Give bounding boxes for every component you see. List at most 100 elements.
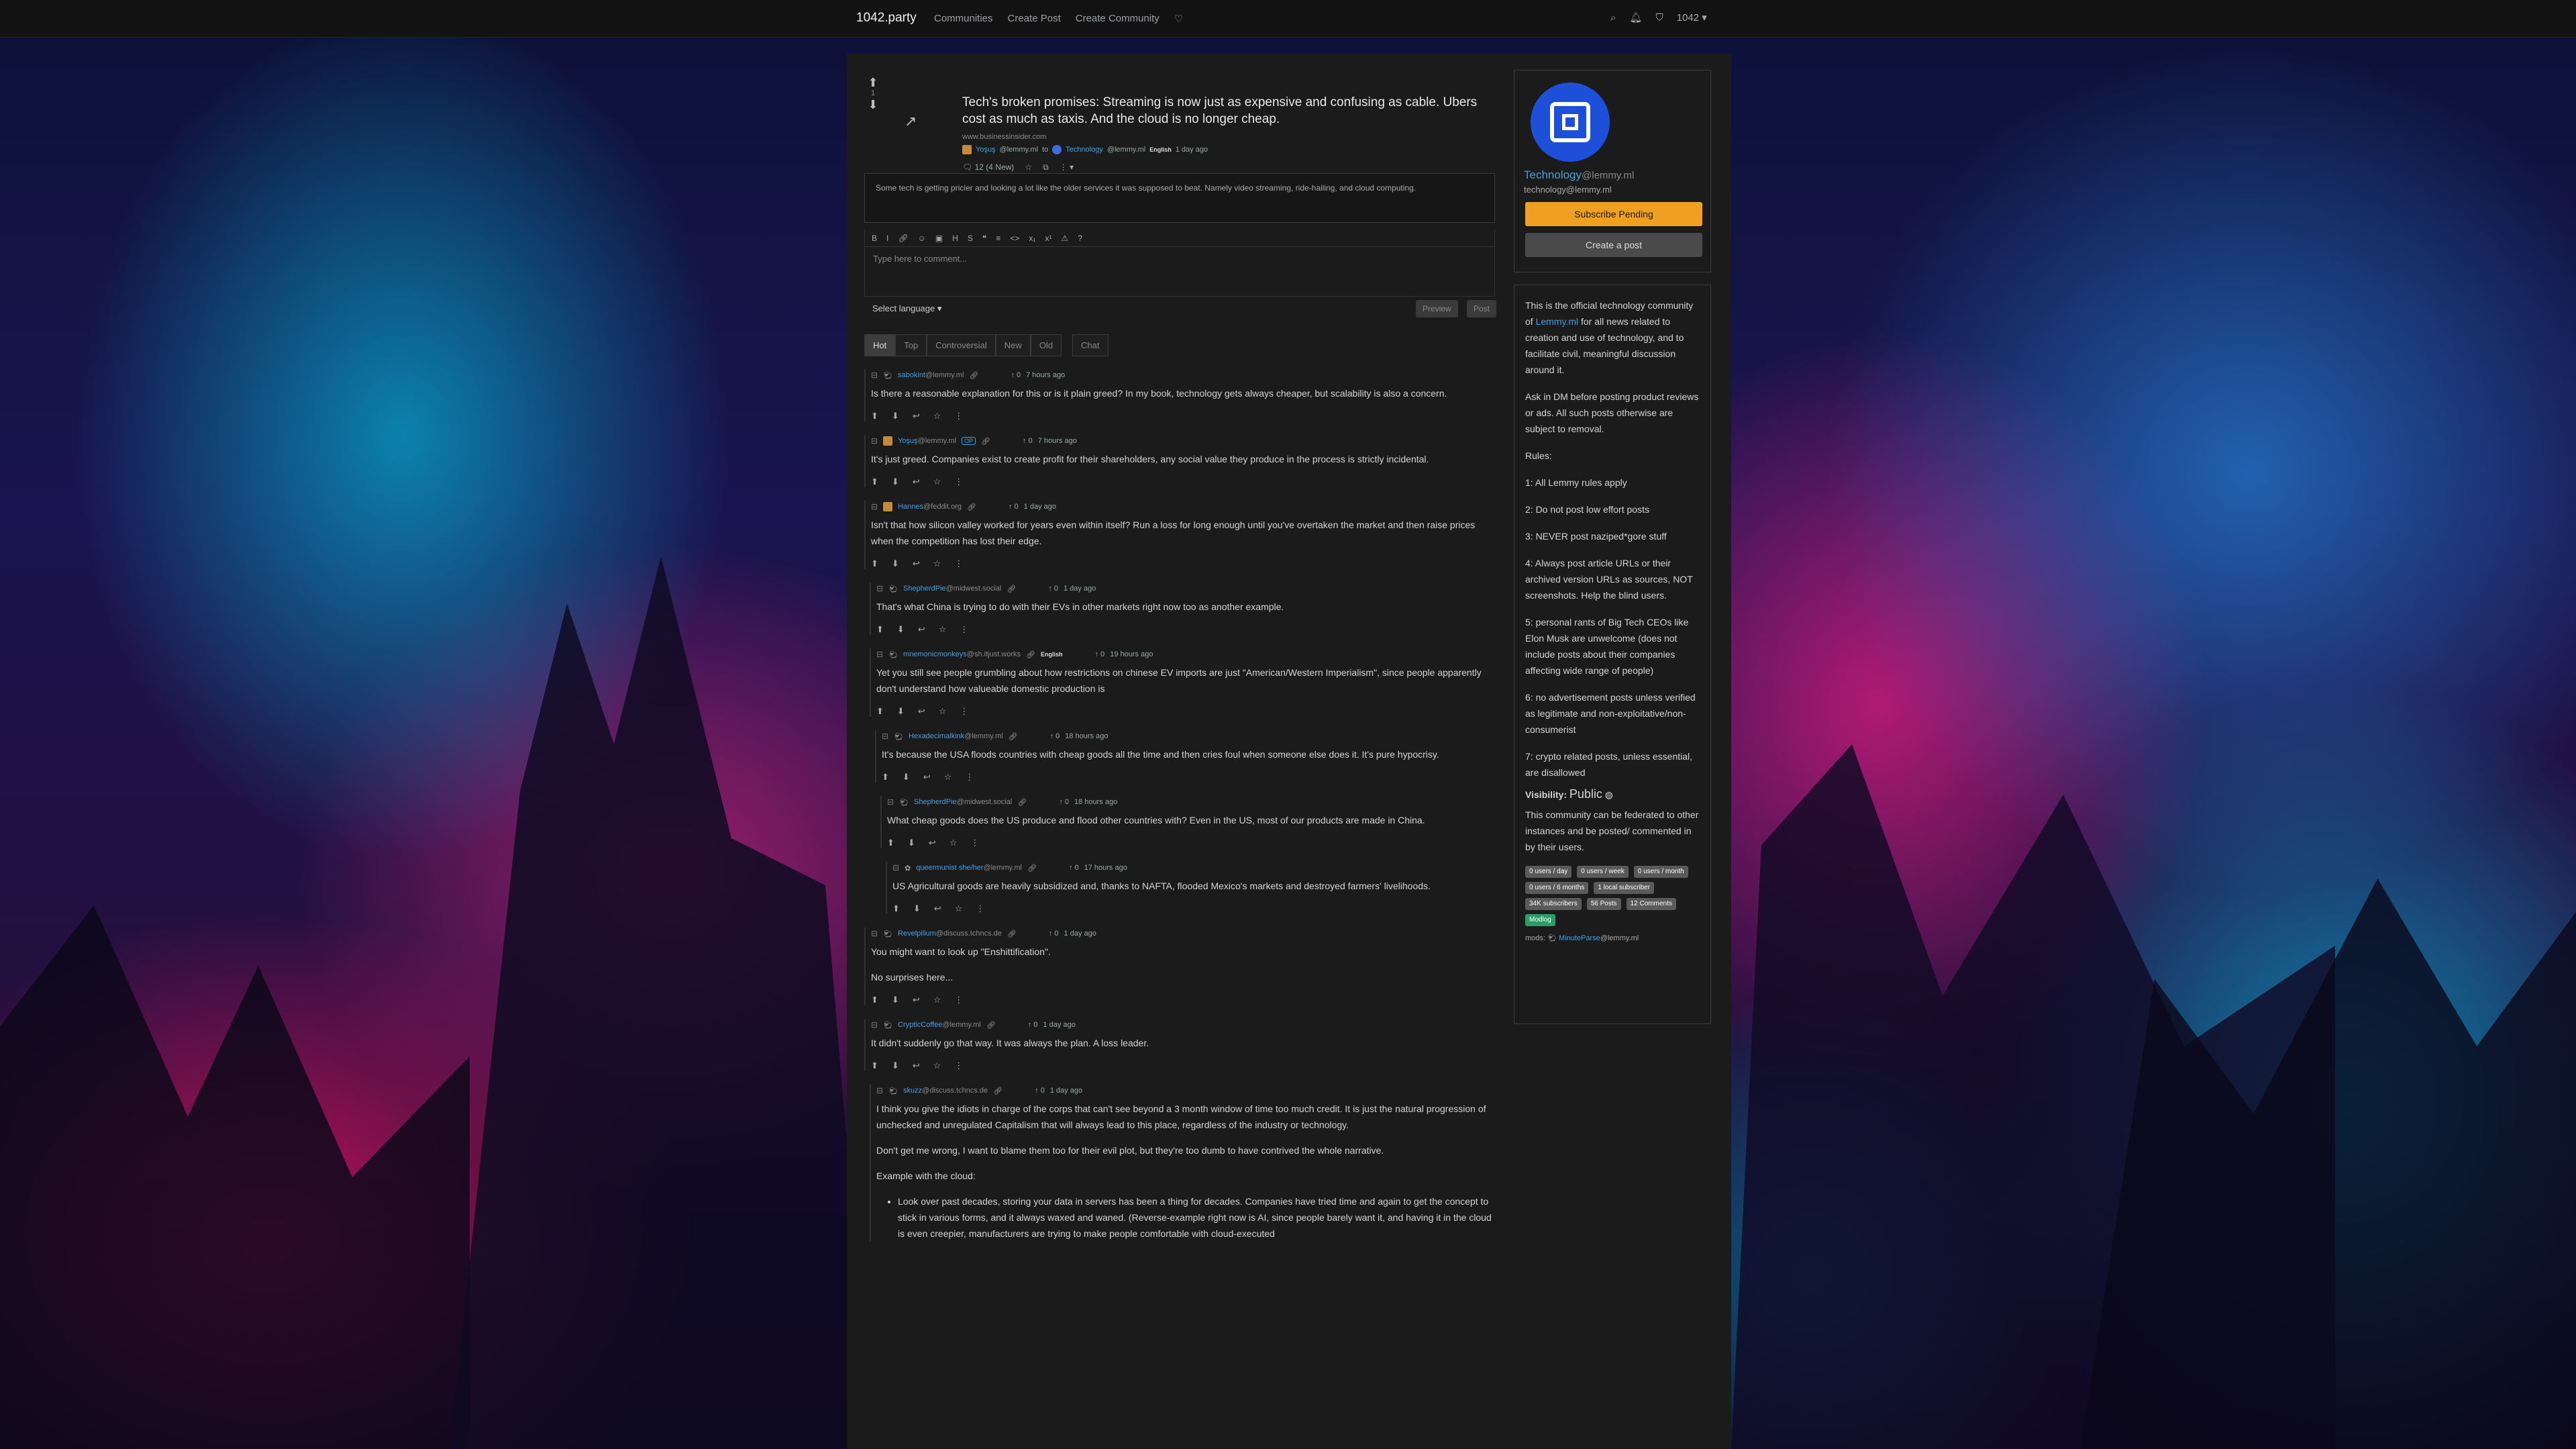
link-icon[interactable]: 🔗︎	[981, 437, 990, 446]
superscript-icon[interactable]: x¹	[1045, 234, 1051, 243]
more-menu[interactable]: ⋮	[960, 706, 968, 717]
more-menu[interactable]: ⋮	[960, 624, 968, 635]
downvote-icon[interactable]: ⬇	[913, 903, 921, 914]
upvote-icon[interactable]: ⬆	[876, 624, 884, 635]
external-link-icon[interactable]: ↗	[905, 113, 917, 130]
spoiler-icon[interactable]: ⚠	[1061, 234, 1068, 243]
downvote-icon[interactable]: ⬇	[903, 772, 910, 783]
collapse-icon[interactable]: ⊟	[871, 502, 878, 511]
reply-icon[interactable]: ↩	[918, 624, 925, 635]
nav-create-community[interactable]: Create Community	[1076, 13, 1160, 25]
downvote-icon[interactable]: ⬇	[868, 98, 878, 111]
more-menu[interactable]: ⋮	[970, 838, 979, 848]
reply-icon[interactable]: ↩	[923, 772, 931, 783]
comment-author[interactable]: mnemonicmonkeys	[903, 650, 967, 658]
link-icon[interactable]: 🔗︎	[1007, 585, 1016, 593]
nav-create-post[interactable]: Create Post	[1008, 13, 1061, 25]
downvote-icon[interactable]: ⬇	[892, 995, 899, 1005]
more-menu[interactable]: ⋮	[954, 1060, 963, 1071]
upvote-icon[interactable]: ⬆	[871, 995, 878, 1005]
image-icon[interactable]: ▣	[935, 234, 943, 243]
upvote-icon[interactable]: ⬆	[876, 706, 884, 717]
subscript-icon[interactable]: x₁	[1029, 234, 1035, 243]
more-menu[interactable]: ⋮	[954, 477, 963, 487]
comment-author[interactable]: Hexadecimalkink	[909, 732, 964, 740]
italic-icon[interactable]: I	[886, 234, 888, 243]
search-icon[interactable]: ⌕	[1610, 12, 1616, 23]
collapse-icon[interactable]: ⊟	[882, 732, 888, 741]
strikethrough-icon[interactable]: S	[968, 234, 973, 243]
header-icon[interactable]: H	[952, 234, 958, 243]
link-icon[interactable]: 🔗︎	[1017, 798, 1027, 807]
tab-chat[interactable]: Chat	[1072, 334, 1109, 356]
comment-author[interactable]: Yoşuş	[898, 437, 918, 445]
link-icon[interactable]: 🔗︎	[1009, 732, 1018, 741]
tab-new[interactable]: New	[995, 334, 1031, 356]
save-icon[interactable]: ☆	[939, 706, 947, 717]
save-icon[interactable]: ☆	[933, 995, 941, 1005]
comment-textarea[interactable]: Type here to comment...	[865, 247, 1494, 270]
link-icon[interactable]: 🔗︎	[1027, 864, 1037, 872]
collapse-icon[interactable]: ⊟	[876, 1086, 883, 1095]
post-author[interactable]: Yoşuş	[976, 146, 996, 154]
upvote-icon[interactable]: ⬆	[871, 1060, 878, 1071]
post-title[interactable]: Tech's broken promises: Streaming is now…	[962, 94, 1499, 128]
upvote-icon[interactable]: ⬆	[892, 903, 900, 914]
shield-icon[interactable]: ⛉	[1655, 12, 1663, 23]
reply-icon[interactable]: ↩	[913, 477, 920, 487]
save-icon[interactable]: ☆	[933, 558, 941, 569]
reply-icon[interactable]: ↩	[913, 558, 920, 569]
link-icon[interactable]: 🔗︎	[993, 1087, 1002, 1095]
preview-button[interactable]: Preview	[1416, 300, 1458, 317]
comment-author[interactable]: sabokint	[898, 371, 925, 379]
save-icon[interactable]: ☆	[1025, 162, 1032, 172]
upvote-icon[interactable]: ⬆	[887, 838, 894, 848]
site-brand[interactable]: 1042.party	[856, 11, 917, 26]
upvote-icon[interactable]: ⬆	[882, 772, 889, 783]
reply-icon[interactable]: ↩	[913, 995, 920, 1005]
collapse-icon[interactable]: ⊟	[876, 650, 883, 659]
downvote-icon[interactable]: ⬇	[908, 838, 915, 848]
tab-hot[interactable]: Hot	[864, 334, 896, 356]
reply-icon[interactable]: ↩	[918, 706, 925, 717]
upvote-icon[interactable]: ⬆	[871, 558, 878, 569]
more-menu[interactable]: ⋮	[954, 411, 963, 421]
bold-icon[interactable]: B	[872, 234, 877, 243]
comment-author[interactable]: queermunist she/her	[916, 864, 983, 872]
link-icon[interactable]: 🔗︎	[1007, 930, 1017, 938]
collapse-icon[interactable]: ⊟	[871, 929, 878, 938]
create-post-button[interactable]: Create a post	[1525, 233, 1702, 257]
collapse-icon[interactable]: ⊟	[871, 1020, 878, 1030]
more-menu[interactable]: ⋮ ▾	[1060, 162, 1074, 172]
more-menu[interactable]: ⋮	[954, 995, 963, 1005]
tab-top[interactable]: Top	[895, 334, 927, 356]
comment-author[interactable]: ShepherdPie	[903, 585, 946, 593]
downvote-icon[interactable]: ⬇	[892, 411, 899, 421]
modlog-link[interactable]: Modlog	[1525, 914, 1555, 926]
comment-author[interactable]: Revelpilium	[898, 930, 936, 938]
more-menu[interactable]: ⋮	[976, 903, 984, 914]
tab-old[interactable]: Old	[1030, 334, 1062, 356]
user-menu[interactable]: 1042 ▾	[1677, 11, 1707, 23]
list-icon[interactable]: ≡	[996, 234, 1000, 243]
save-icon[interactable]: ☆	[933, 477, 941, 487]
mod-user[interactable]: MinuteParse	[1559, 934, 1600, 942]
community-name[interactable]: Technology@lemmy.ml	[1524, 168, 1634, 182]
more-menu[interactable]: ⋮	[965, 772, 974, 783]
heart-icon[interactable]: ♡	[1174, 13, 1183, 25]
link-icon[interactable]: 🔗︎	[1026, 650, 1035, 659]
downvote-icon[interactable]: ⬇	[897, 706, 905, 717]
bell-icon[interactable]: 🔔︎	[1629, 11, 1642, 23]
downvote-icon[interactable]: ⬇	[892, 1060, 899, 1071]
downvote-icon[interactable]: ⬇	[892, 477, 899, 487]
save-icon[interactable]: ☆	[949, 838, 958, 848]
reply-icon[interactable]: ↩	[929, 838, 936, 848]
collapse-icon[interactable]: ⊟	[892, 863, 899, 872]
collapse-icon[interactable]: ⊟	[871, 436, 878, 446]
comment-author[interactable]: skuzz	[903, 1087, 922, 1095]
collapse-icon[interactable]: ⊟	[876, 584, 883, 593]
reply-icon[interactable]: ↩	[913, 1060, 920, 1071]
collapse-icon[interactable]: ⊟	[887, 797, 894, 807]
post-community[interactable]: Technology	[1066, 146, 1103, 154]
comment-author[interactable]: Hannes	[898, 503, 923, 511]
